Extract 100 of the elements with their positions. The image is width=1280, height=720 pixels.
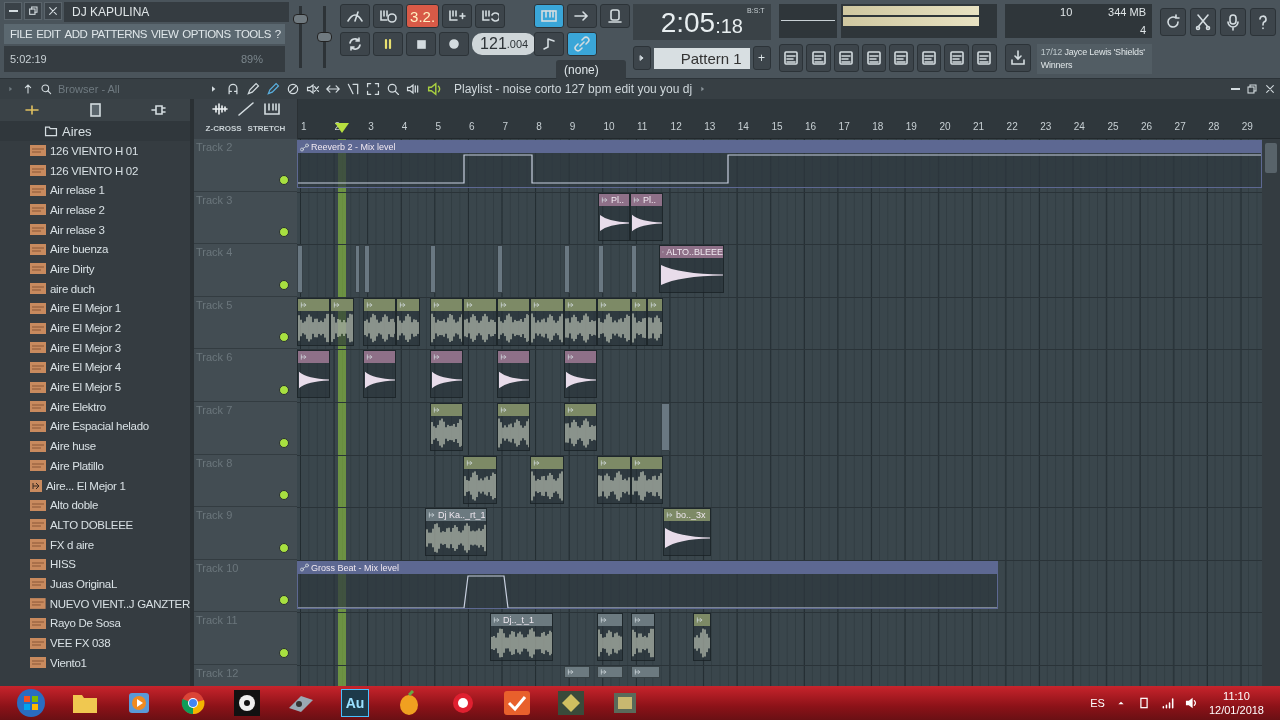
tempo-field[interactable]: 121.004 bbox=[472, 33, 537, 55]
browser-item[interactable]: 126 VIENTO H 02 bbox=[0, 160, 190, 181]
audio-clip[interactable]: ALTO..BLEEE bbox=[659, 245, 724, 294]
browser-item[interactable]: Aire Platillo bbox=[0, 456, 190, 476]
automation-clip[interactable]: Gross Beat - Mix level bbox=[297, 560, 998, 609]
browser-item[interactable]: VEE FX 038 bbox=[0, 633, 190, 653]
language-indicator[interactable]: ES bbox=[1090, 697, 1105, 709]
stretch-option[interactable]: STRETCH bbox=[247, 123, 286, 133]
zero-cross-option[interactable]: Z-CROSS bbox=[205, 123, 242, 133]
browser-item[interactable]: Air relase 1 bbox=[0, 180, 190, 201]
bar-number: 13 bbox=[704, 121, 716, 132]
browser-item[interactable]: Aire huse bbox=[0, 436, 190, 456]
clip-label: bo.._3x bbox=[676, 510, 706, 521]
polyphony-reading: 10 bbox=[1060, 6, 1073, 18]
audio-clip[interactable]: Pl.. bbox=[598, 192, 630, 241]
bar-number: 4 bbox=[401, 121, 408, 132]
news-index: 17/12 bbox=[1040, 47, 1063, 57]
menu-item[interactable]: VIEW bbox=[148, 28, 181, 40]
news-panel[interactable]: 17/12 Jayce Lewis 'Shields' Winners bbox=[1036, 44, 1152, 74]
bar-number: 23 bbox=[1040, 121, 1052, 132]
bar-number: 25 bbox=[1107, 121, 1119, 132]
pattern-selector[interactable]: Pattern 1 bbox=[654, 47, 750, 69]
browser-item[interactable]: NUEVO VIENT..J GANZTER bbox=[0, 593, 190, 614]
bar-number: 16 bbox=[805, 121, 817, 132]
browser-item[interactable]: Aire El Mejor 5 bbox=[0, 377, 190, 397]
menu-item[interactable]: EDIT bbox=[34, 28, 63, 40]
menu-item[interactable]: FILE bbox=[8, 28, 35, 40]
bar-number: 15 bbox=[771, 121, 783, 132]
browser-item[interactable]: Aire Elektro bbox=[0, 396, 190, 417]
bar-number: 24 bbox=[1073, 121, 1085, 132]
browser-item[interactable]: Aire El Mejor 4 bbox=[0, 357, 190, 378]
browser-item[interactable]: Aire El Mejor 3 bbox=[0, 337, 190, 358]
bar-number: 10 bbox=[603, 121, 615, 132]
browser-item[interactable]: Aire Dirty bbox=[0, 259, 190, 279]
menu-item[interactable]: TOOLS bbox=[232, 28, 273, 40]
audio-clip[interactable]: Pl.. bbox=[630, 192, 663, 241]
browser-item[interactable]: Aire buenza bbox=[0, 239, 190, 260]
clip-label: Pl.. bbox=[643, 194, 656, 205]
audition-app-button[interactable]: Au bbox=[330, 687, 380, 719]
bar-number: 27 bbox=[1174, 121, 1186, 132]
playlist-title: Playlist - noise corto 127 bpm edit you you dj bbox=[454, 82, 693, 96]
browser-item[interactable]: Aire El Mejor 1 bbox=[0, 298, 190, 319]
bar-number: 18 bbox=[872, 121, 884, 132]
browser-item[interactable]: Aire... El Mejor 1 bbox=[0, 475, 190, 496]
browser-title: Browser - All bbox=[58, 83, 120, 95]
bar-number: 3 bbox=[368, 121, 374, 132]
snap-selector[interactable]: (none) bbox=[556, 60, 627, 80]
browser-item[interactable]: 126 VIENTO H 01 bbox=[0, 141, 190, 161]
clip-label: ALTO..BLEEE bbox=[666, 247, 723, 258]
audio-clip[interactable]: Dj Ka.._rt_1 bbox=[425, 508, 487, 557]
bar-number: 8 bbox=[536, 121, 542, 132]
automation-clip[interactable]: Reeverb 2 - Mix level bbox=[297, 140, 1262, 188]
browser-item[interactable]: Aire Espacial helado bbox=[0, 416, 190, 437]
memory-reading: 344 MB bbox=[1108, 6, 1146, 18]
browser-item[interactable]: Air relase 2 bbox=[0, 200, 190, 220]
bar-number: 6 bbox=[469, 121, 475, 132]
menu-item[interactable]: OPTIONS bbox=[180, 28, 233, 40]
bar-number: 12 bbox=[670, 121, 682, 132]
browser-item[interactable]: Rayo De Sosa bbox=[0, 613, 190, 634]
hint-time: 5:02:19 bbox=[10, 53, 47, 65]
menu-item[interactable]: ADD bbox=[62, 28, 90, 40]
clip-label: Gross Beat - Mix level bbox=[311, 562, 400, 573]
browser-item[interactable]: Juas OriginaL bbox=[0, 574, 190, 594]
cores-reading: 4 bbox=[1139, 24, 1146, 36]
browser-item[interactable]: FX d aire bbox=[0, 534, 190, 555]
bar-number: 19 bbox=[905, 121, 917, 132]
browser-item[interactable]: Alto doble bbox=[0, 495, 190, 516]
bar-number: 5 bbox=[435, 121, 441, 132]
clip-label: Pl.. bbox=[611, 194, 624, 205]
clip-label: Dj Ka.._rt_1 bbox=[438, 510, 486, 521]
browser-item[interactable]: Air relase 3 bbox=[0, 219, 190, 240]
bar-number: 22 bbox=[1006, 121, 1018, 132]
folder-name[interactable]: Aires bbox=[62, 123, 92, 139]
bar-number: 26 bbox=[1141, 121, 1153, 132]
bar-number: 28 bbox=[1208, 121, 1220, 132]
cpu-reading: 89% bbox=[240, 53, 263, 65]
bar-number: 1 bbox=[301, 121, 307, 132]
clip-label: Reeverb 2 - Mix level bbox=[311, 142, 396, 152]
browser-item[interactable]: ALTO DOBLEEE bbox=[0, 515, 190, 535]
audio-clip[interactable]: Dj.._t_1 bbox=[490, 613, 553, 662]
menu-item[interactable]: ? bbox=[272, 28, 283, 40]
news-title: Jayce Lewis 'Shields' bbox=[1064, 47, 1145, 57]
clip-label: Dj.._t_1 bbox=[503, 615, 535, 626]
tray-time[interactable]: 11:10 bbox=[1223, 689, 1250, 703]
browser-item[interactable]: aire duch bbox=[0, 278, 190, 299]
bar-number: 14 bbox=[737, 121, 749, 132]
bar-number: 20 bbox=[939, 121, 951, 132]
add-pattern-button[interactable]: + bbox=[752, 46, 771, 70]
news-subtitle: Winners bbox=[1040, 60, 1073, 70]
bar-number: 29 bbox=[1241, 121, 1253, 132]
bar-number: 17 bbox=[838, 121, 850, 132]
tray-date[interactable]: 12/01/2018 bbox=[1208, 703, 1264, 717]
bar-number: 21 bbox=[973, 121, 985, 132]
browser-item[interactable]: HISS bbox=[0, 554, 190, 575]
bar-number: 11 bbox=[637, 121, 648, 132]
browser-item[interactable]: Viento1 bbox=[0, 652, 190, 673]
browser-item[interactable]: Aire El Mejor 2 bbox=[0, 318, 190, 338]
bar-number: 9 bbox=[569, 121, 576, 132]
window-title: DJ KAPULINA bbox=[64, 2, 289, 22]
menu-item[interactable]: PATTERNS bbox=[89, 28, 149, 40]
